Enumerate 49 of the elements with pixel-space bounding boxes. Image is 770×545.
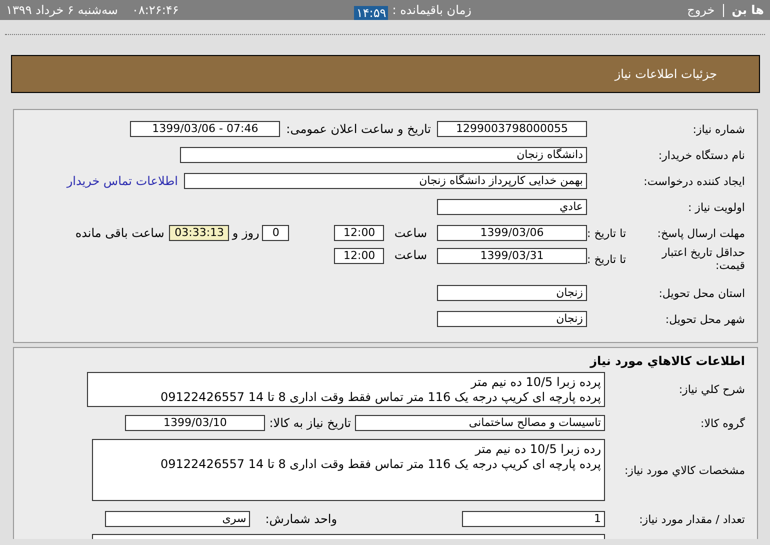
field-label: حداقل تاریخ اعتبار قیمت: — [660, 246, 745, 272]
field-label: واحد شمارش: — [265, 512, 337, 526]
field-label: شهر محل تحویل: — [665, 312, 745, 326]
section-title: اطلاعات کالاهاي مورد نياز — [588, 354, 746, 368]
field-label: تا تاریخ : — [587, 252, 626, 266]
goods-group-field: تاسیسات و مصالح ساختمانی — [355, 415, 605, 431]
days-field: 0 — [262, 225, 290, 241]
current-date: سه‌شنبه ۶ خرداد ۱۳۹۹ — [6, 3, 118, 17]
field-label: نام دستگاه خریدار: — [658, 148, 745, 162]
buyer-contact-link[interactable]: اطلاعات تماس خریدار — [66, 174, 178, 188]
field-label: شماره نیاز: — [692, 122, 745, 136]
logout-link[interactable]: خروج — [687, 3, 715, 17]
quantity-field: 1 — [462, 511, 605, 527]
summary-box: پرده زبرا 10/5 ده نیم متر پرده پارچه ای کریپ درجه یک 116 متر تماس فقط وقت اداری 8 تا 14 09122426557 — [87, 372, 605, 407]
clock-time: ۰۸:۲۶:۴۶ — [132, 3, 179, 17]
buyer-name-field: دانشگاه زنجان — [180, 147, 587, 163]
announce-date-field: 1399/03/06 - 07:46 — [130, 121, 280, 137]
field-label: استان محل تحویل: — [658, 286, 745, 300]
field-label: ساعت — [394, 226, 427, 240]
validity-time-field: 12:00 — [334, 248, 384, 264]
field-label: تاریخ نیاز به کالا: — [269, 416, 351, 430]
field-label: ایجاد کننده درخواست: — [644, 174, 745, 188]
field-label: ساعت باقی مانده — [75, 226, 164, 240]
field-label: روز و — [232, 226, 260, 240]
page-title-bar: جزئیات اطلاعات نیاز — [11, 55, 760, 93]
field-label: تاریخ و ساعت اعلان عمومی: — [286, 122, 431, 136]
field-label: تعداد / مقدار مورد نیاز: — [639, 512, 745, 526]
need-number-field: 1299003798000055 — [437, 121, 587, 137]
remaining-time-field: 03:33:13 — [169, 225, 230, 241]
unit-field: سری — [105, 511, 250, 527]
city-field: زنجان — [437, 311, 587, 327]
need-date-field: 1399/03/10 — [125, 415, 266, 431]
field-label: شرح کلي نياز: — [678, 383, 745, 396]
field-label: مهلت ارسال پاسخ: — [657, 226, 745, 240]
priority-field: عادي — [437, 199, 587, 215]
province-field: زنجان — [437, 285, 587, 301]
field-label: اولویت نیاز : — [688, 200, 745, 214]
field-label: مشخصات کالاي مورد نياز: — [624, 464, 745, 476]
field-label: گروه کالا: — [700, 416, 745, 430]
field-label: تا تاریخ : — [587, 226, 626, 240]
specs-box: رده زبرا 10/5 ده نیم متر پرده پارچه ای کریپ درجه یک 116 متر تماس فقط وقت اداری 8 تا 14 09122426557 — [92, 439, 605, 501]
remaining-time: ۱۴:۵۹ — [354, 6, 388, 20]
field-label: ساعت — [394, 248, 427, 262]
requester-field: بهمن خدایی کارپرداز دانشگاه زنجان — [184, 173, 587, 189]
deadline-date-field: 1399/03/06 — [437, 225, 587, 241]
deadline-time-field: 12:00 — [334, 225, 384, 241]
validity-date-field: 1399/03/31 — [437, 248, 587, 264]
brand-name: ها بن — [732, 3, 764, 17]
remaining-time-label: زمان باقیمانده : — [392, 3, 472, 17]
